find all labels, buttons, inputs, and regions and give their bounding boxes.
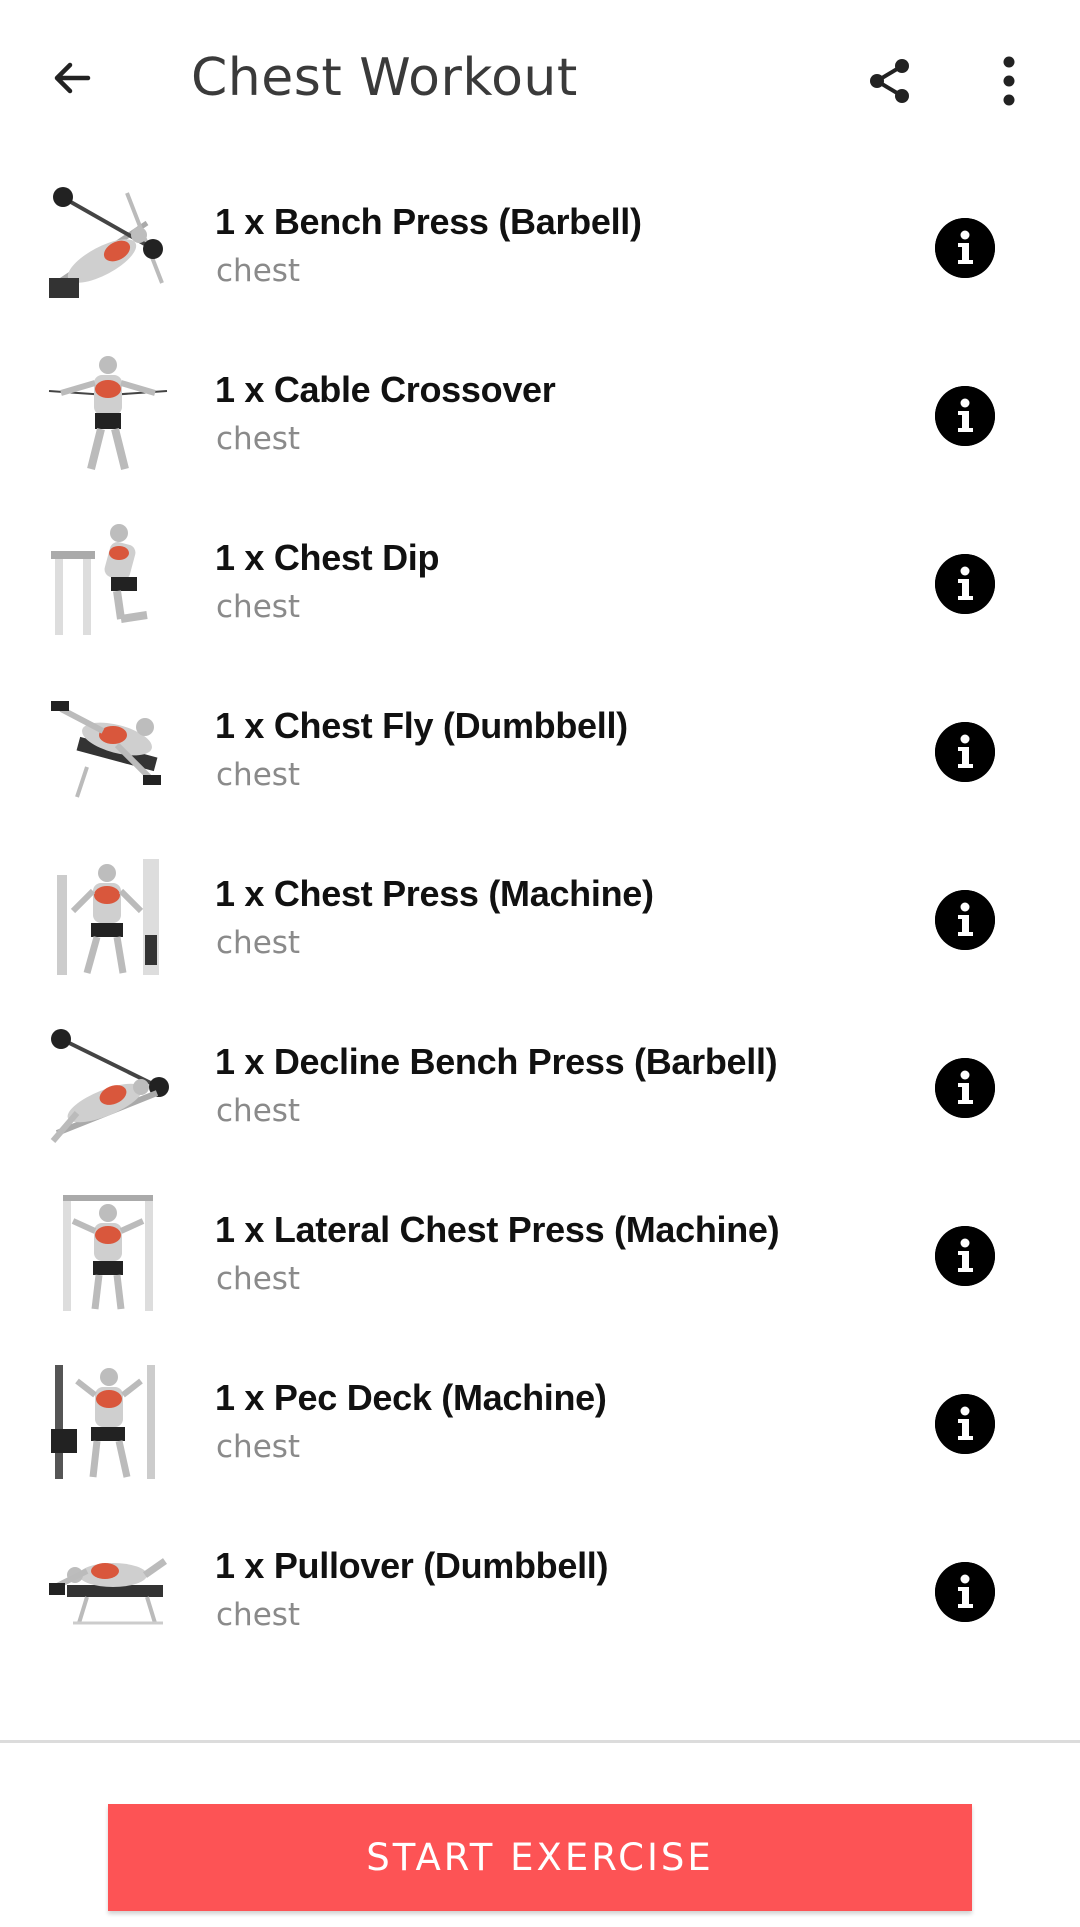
exercise-muscle: chest [216,1093,301,1129]
arrow-left-icon [54,62,91,94]
exercise-thumbnail [47,1023,169,1145]
chest-dip-illustration [51,524,148,635]
exercise-row[interactable]: 1 x Chest Fly (Dumbbell) chest [0,667,1080,835]
info-button[interactable] [935,722,995,782]
info-icon [935,386,995,446]
exercise-thumbnail [47,183,169,305]
info-button[interactable] [935,554,995,614]
exercise-muscle: chest [216,421,301,457]
exercise-thumbnail [47,351,169,473]
exercise-name: 1 x Lateral Chest Press (Machine) [215,1209,780,1250]
decline-bench-illustration [50,1029,169,1143]
exercise-name: 1 x Cable Crossover [215,369,556,410]
exercise-muscle: chest [216,1597,301,1633]
exercise-muscle: chest [216,925,301,961]
info-icon [935,218,995,278]
info-icon [935,1226,995,1286]
top-app-bar: Chest Workout [0,0,1080,156]
more-options-button[interactable] [972,44,1046,118]
share-icon [870,59,909,103]
info-button[interactable] [935,1562,995,1622]
exercise-name: 1 x Pullover (Dumbbell) [215,1545,609,1586]
exercise-thumbnail [47,519,169,641]
exercise-thumbnail [47,855,169,977]
bench-press-illustration [49,187,164,298]
pullover-illustration [49,1558,168,1625]
info-button[interactable] [935,1058,995,1118]
exercise-muscle: chest [216,1429,301,1465]
exercise-muscle: chest [216,757,301,793]
info-icon [935,1058,995,1118]
info-icon [935,554,995,614]
more-vert-icon [1003,56,1015,106]
exercise-row[interactable]: 1 x Lateral Chest Press (Machine) chest [0,1171,1080,1339]
exercise-name: 1 x Decline Bench Press (Barbell) [215,1041,778,1082]
info-button[interactable] [935,386,995,446]
cable-crossover-illustration [48,356,168,470]
back-button[interactable] [36,42,108,114]
exercise-thumbnail [47,1527,169,1649]
share-button[interactable] [853,44,927,118]
exercise-thumbnail [47,687,169,809]
exercise-muscle: chest [216,1261,301,1297]
exercise-thumbnail [47,1359,169,1481]
exercise-row[interactable]: 1 x Chest Press (Machine) chest [0,835,1080,1003]
exercise-row[interactable]: 1 x Chest Dip chest [0,499,1080,667]
exercise-muscle: chest [216,589,301,625]
exercise-row[interactable]: 1 x Decline Bench Press (Barbell) chest [0,1003,1080,1171]
info-button[interactable] [935,890,995,950]
start-exercise-button[interactable]: START EXERCISE [108,1804,972,1911]
exercise-name: 1 x Pec Deck (Machine) [215,1377,607,1418]
info-icon [935,890,995,950]
bottom-divider [0,1740,1080,1743]
page-title: Chest Workout [191,48,578,108]
exercise-name: 1 x Chest Press (Machine) [215,873,654,914]
exercise-name: 1 x Chest Fly (Dumbbell) [215,705,628,746]
exercise-muscle: chest [216,253,301,289]
chest-press-machine-illustration [57,859,159,975]
info-icon [935,722,995,782]
info-button[interactable] [935,1394,995,1454]
exercise-name: 1 x Chest Dip [215,537,440,578]
chest-fly-illustration [51,701,161,798]
pec-deck-illustration [51,1365,155,1479]
exercise-row[interactable]: 1 x Pec Deck (Machine) chest [0,1339,1080,1507]
info-icon [935,1394,995,1454]
exercise-row[interactable]: 1 x Bench Press (Barbell) chest [0,163,1080,331]
info-button[interactable] [935,218,995,278]
exercise-row[interactable]: 1 x Pullover (Dumbbell) chest [0,1507,1080,1675]
exercise-row[interactable]: 1 x Cable Crossover chest [0,331,1080,499]
exercise-list: 1 x Bench Press (Barbell) chest 1 x Cabl… [0,163,1080,1675]
lateral-chest-press-illustration [63,1195,153,1311]
info-icon [935,1562,995,1622]
info-button[interactable] [935,1226,995,1286]
workout-screen: Chest Workout 1 x Bench Press (Barbell) … [0,0,1080,1927]
exercise-name: 1 x Bench Press (Barbell) [215,201,642,242]
exercise-thumbnail [47,1191,169,1313]
